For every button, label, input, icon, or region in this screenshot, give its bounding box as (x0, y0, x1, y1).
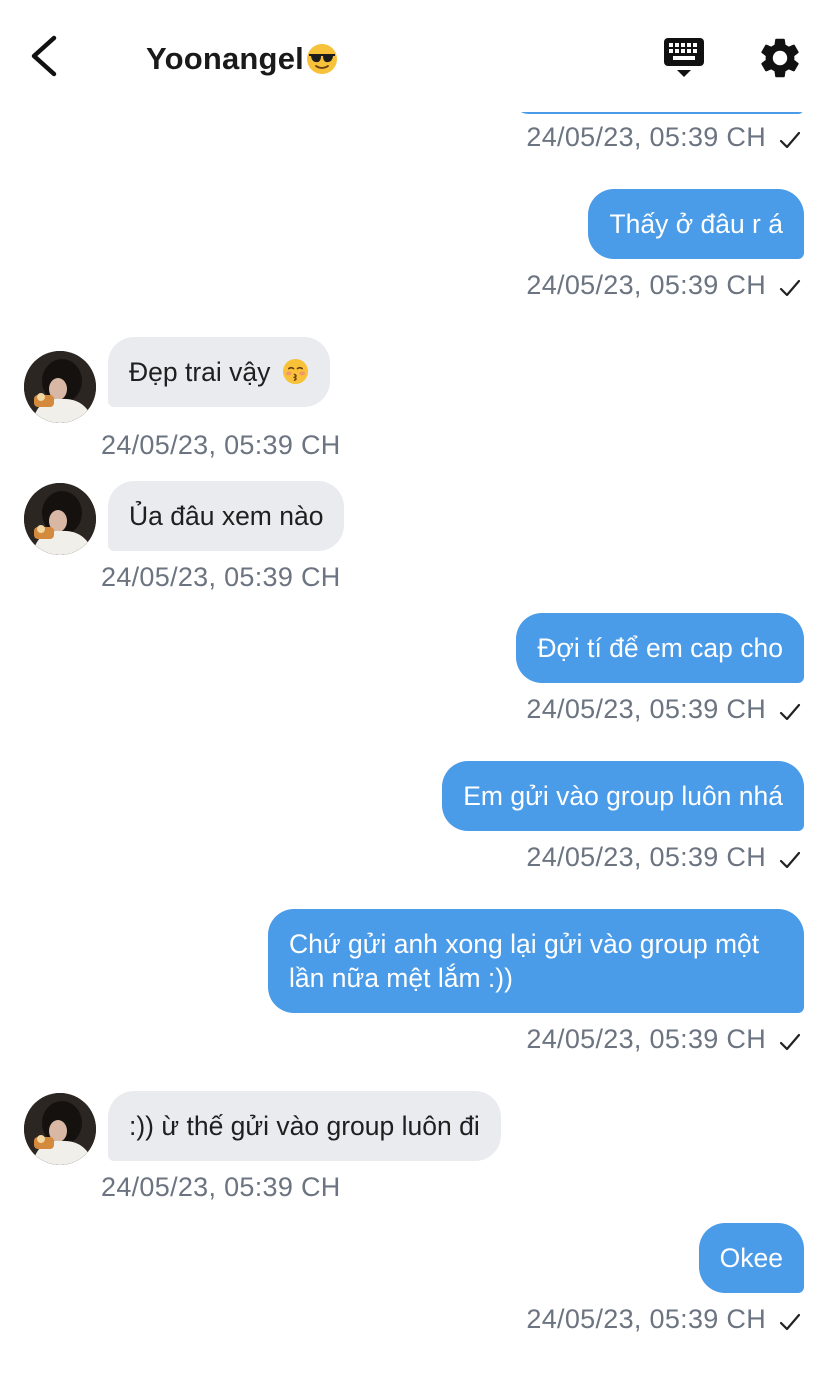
sent-check-icon (779, 703, 801, 721)
sent-check-icon (779, 1033, 801, 1051)
keyboard-button[interactable] (660, 34, 708, 82)
message-timestamp: 24/05/23, 05:39 CH (101, 562, 341, 592)
message-text: Okee (719, 1243, 783, 1273)
kissing-face-emoji-icon (282, 358, 308, 385)
avatar[interactable] (24, 1093, 96, 1165)
message-list[interactable]: 24/05/23, 05:39 CH Thấy ở đâu r á 24/05/… (0, 0, 828, 1378)
gear-icon (761, 38, 799, 78)
message-timestamp: 24/05/23, 05:39 CH (101, 430, 341, 460)
settings-button[interactable] (756, 34, 804, 82)
message-timestamp: 24/05/23, 05:39 CH (526, 1024, 766, 1054)
sent-check-icon (779, 279, 801, 297)
sunglasses-emoji-icon (306, 44, 337, 74)
message-text: Ủa đâu xem nào (129, 501, 324, 531)
keyboard-icon (664, 38, 704, 77)
message-timestamp: 24/05/23, 05:39 CH (101, 1172, 341, 1202)
contact-name: Yoonangel (146, 41, 304, 76)
message-text: Đợi tí để em cap cho (537, 633, 783, 663)
message-timestamp: 24/05/23, 05:39 CH (526, 1304, 766, 1334)
message-timestamp: 24/05/23, 05:39 CH (526, 694, 766, 724)
sent-check-icon (779, 1313, 801, 1331)
sent-check-icon (779, 131, 801, 149)
message-text: Thấy ở đâu r á (609, 209, 783, 239)
message-bubble-outgoing[interactable]: Thấy ở đâu r á (588, 189, 804, 259)
message-bubble-incoming[interactable]: Đẹp trai vậy (108, 337, 330, 407)
message-timestamp: 24/05/23, 05:39 CH (526, 842, 766, 872)
message-text: Em gửi vào group luôn nhá (463, 781, 783, 811)
message-text: :)) ừ thế gửi vào group luôn đi (129, 1111, 480, 1141)
message-timestamp: 24/05/23, 05:39 CH (526, 270, 766, 300)
chat-title: Yoonangel (146, 36, 338, 82)
message-bubble-outgoing[interactable]: Chứ gửi anh xong lại gửi vào group một l… (268, 909, 804, 1013)
message-text: Chứ gửi anh xong lại gửi vào group một l… (289, 929, 760, 993)
message-text: Đẹp trai vậy (129, 357, 271, 387)
avatar[interactable] (24, 351, 96, 423)
sent-check-icon (779, 851, 801, 869)
message-bubble-incoming[interactable]: :)) ừ thế gửi vào group luôn đi (108, 1091, 501, 1161)
chat-header: Yoonangel (0, 0, 828, 112)
avatar[interactable] (24, 483, 96, 555)
message-timestamp: 24/05/23, 05:39 CH (526, 122, 766, 152)
message-bubble-outgoing[interactable]: Em gửi vào group luôn nhá (442, 761, 804, 831)
message-bubble-incoming[interactable]: Ủa đâu xem nào (108, 481, 345, 551)
back-button[interactable] (22, 30, 70, 82)
message-bubble-outgoing[interactable]: Okee (698, 1223, 804, 1293)
chevron-left-icon (31, 35, 57, 77)
message-bubble-outgoing[interactable]: Đợi tí để em cap cho (516, 613, 804, 683)
